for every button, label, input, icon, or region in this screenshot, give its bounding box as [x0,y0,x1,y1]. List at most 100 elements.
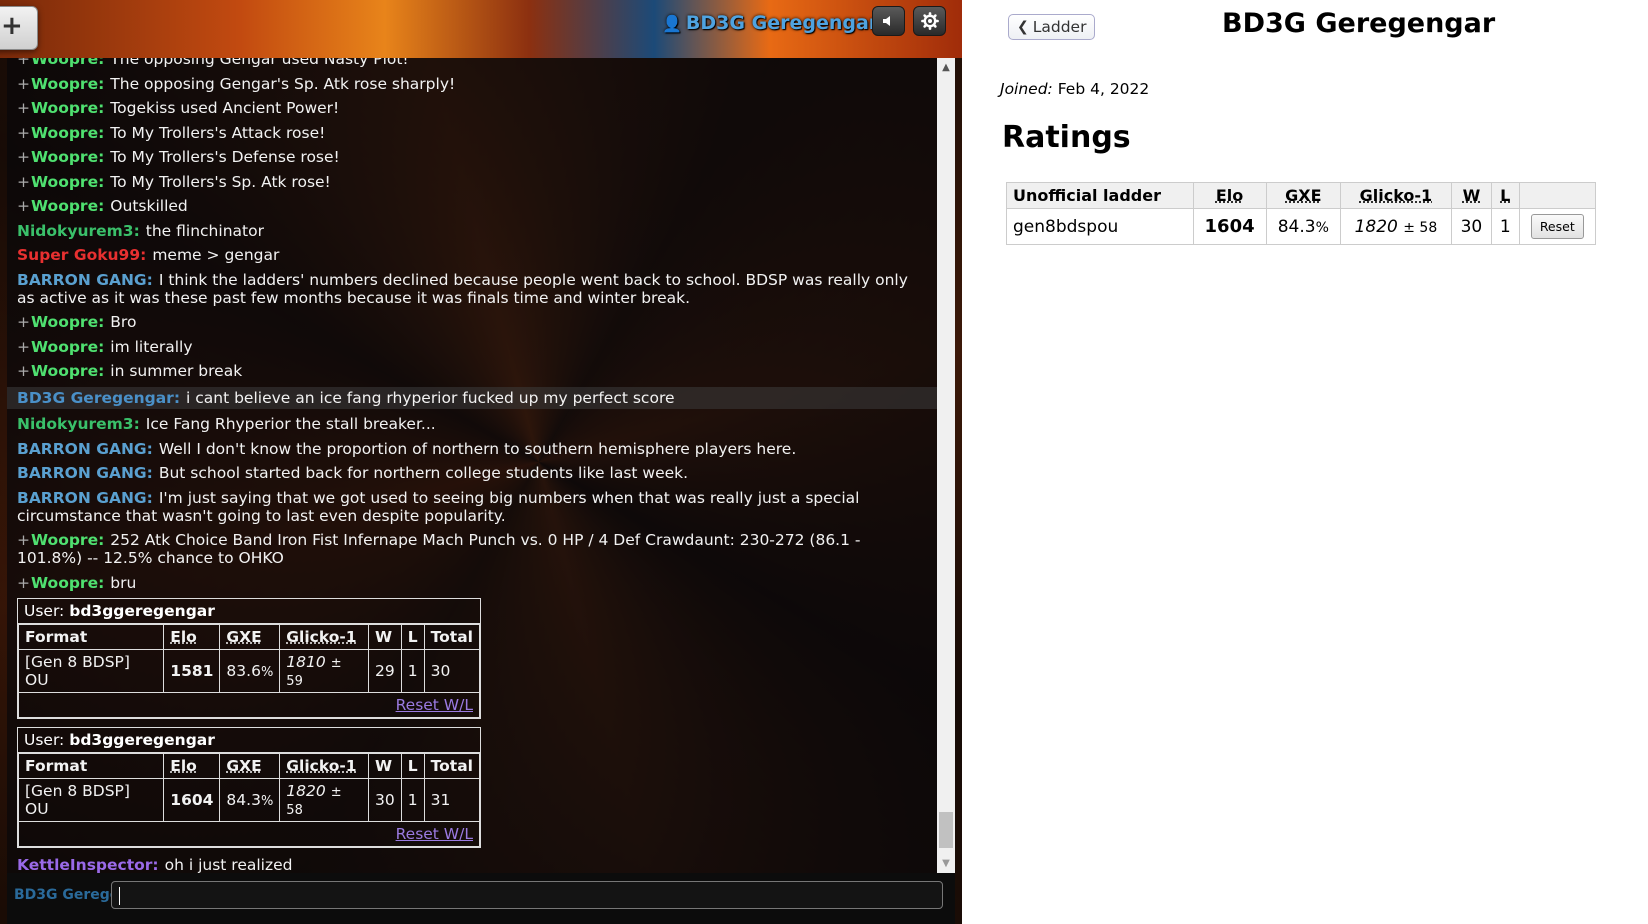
col-total: Total [423,624,481,650]
chat-message: +Woopre: 252 Atk Choice Band Iron Fist In… [17,531,927,567]
chat-text: bru [110,573,137,592]
wins-cell: 30 [368,778,402,822]
chat-log[interactable]: +Woopre: The opposing Gengar used Nasty P… [7,58,937,873]
voice-rank-symbol: + [17,172,30,191]
new-tab-button[interactable]: + [0,6,38,50]
reset-wl-link[interactable]: Reset W/L [396,825,473,843]
table-row: gen8bdspou 1604 84.3% 1820 ± 58 30 1 Res… [1006,208,1597,245]
losses-cell: 1 [400,649,425,693]
scroll-down-arrow-icon[interactable]: ▼ [937,858,955,869]
scroll-up-arrow-icon[interactable]: ▲ [937,62,955,73]
sound-button[interactable] [872,6,905,36]
chat-username[interactable]: Woopre: [31,531,104,549]
voice-rank-symbol: + [17,531,30,549]
chat-message: Nidokyurem3: the flinchinator [17,222,927,240]
chat-message: +Woopre: The opposing Gengar's Sp. Atk ro… [17,75,927,93]
col-glicko: Glicko-1 [279,753,369,779]
chat-message: Nidokyurem3: Ice Fang Rhyperior the stall… [17,415,927,433]
col-actions [1518,182,1597,209]
col-elo: Elo [1192,182,1267,209]
chat-username[interactable]: Super Goku99: [17,246,146,264]
col-format: Format [17,624,165,650]
chat-text: But school started back for northern col… [158,464,689,482]
chat-username[interactable]: Woopre: [31,574,104,592]
format-cell: [Gen 8 BDSP] OU [17,649,165,693]
header-username-text: BD3G Geregengar [685,12,879,34]
gxe-cell: 83.6% [219,649,281,693]
chat-username[interactable]: Woopre: [31,197,104,215]
rank-table: User: bd3ggeregengar Format Elo GXE Glicko-1… [17,598,481,719]
chat-username[interactable]: BD3G Geregengar: [17,389,180,407]
chat-message: BD3G Geregengar: i cant believe an ice fa… [7,386,937,409]
ratings-header-row: Unofficial ladder Elo GXE Glicko-1 W L [1006,182,1597,209]
reset-row: Reset W/L [18,692,480,718]
col-gxe: GXE [219,753,281,779]
col-gxe: GXE [219,624,281,650]
settings-button[interactable] [913,6,946,36]
losses-cell: 1 [400,778,425,822]
header-username[interactable]: 👤 BD3G Geregengar [662,8,878,38]
chat-message: BARRON GANG: I think the ladders' numbers… [17,271,927,307]
col-wins: W [1450,182,1492,209]
chat-message: +Woopre: Outskilled [17,197,927,215]
elo-cell: 1604 [1192,208,1267,245]
rank-header-row: Format Elo GXE Glicko-1 W L Total [17,753,481,779]
chat-username[interactable]: Woopre: [31,148,104,166]
voice-rank-symbol: + [17,148,30,166]
rank-table-user: User: bd3ggeregengar [18,599,480,624]
chat-username[interactable]: KettleInspector: [17,856,159,873]
chat-text: the flinchinator [145,221,264,240]
scrollbar-thumb[interactable] [939,812,953,848]
chat-username[interactable]: BARRON GANG: [17,464,153,482]
chat-text: Bro [110,313,137,331]
voice-rank-symbol: + [17,74,30,93]
rank-table: User: bd3ggeregengar Format Elo GXE Glicko-1… [17,727,481,848]
profile-title: BD3G Geregengar [1222,8,1496,39]
chat-username[interactable]: Woopre: [31,75,104,93]
reset-button[interactable]: Reset [1530,214,1584,239]
chat-message: BARRON GANG: I'm just saying that we got … [17,489,927,525]
chat-username[interactable]: BARRON GANG: [17,440,153,458]
chat-username[interactable]: Woopre: [31,173,104,191]
chat-text: 252 Atk Choice Band Iron Fist Infernape … [17,531,861,567]
chat-text: Outskilled [110,197,188,215]
wins-cell: 29 [368,649,402,693]
back-to-ladder-button[interactable]: ❮ Ladder [1008,14,1096,40]
voice-rank-symbol: + [17,337,30,356]
col-losses: L [1490,182,1520,209]
col-total: Total [423,753,481,779]
chat-text: oh i just realized [164,856,293,873]
losses-cell: 1 [1490,208,1520,245]
chat-text: Ice Fang Rhyperior the stall breaker... [145,415,436,433]
chat-username[interactable]: Nidokyurem3: [17,415,140,433]
chat-username[interactable]: Woopre: [31,99,104,117]
chat-text: meme > gengar [152,246,280,264]
joined-label: Joined: [1000,80,1053,98]
gxe-cell: 84.3% [1265,208,1341,245]
table-row: [Gen 8 BDSP] OU 1581 83.6% 1810 ± 59 29 1 30 [17,649,481,693]
chat-message: +Woopre: im literally [17,338,927,356]
chat-scrollbar[interactable]: ▲ ▼ [937,58,955,873]
chat-message: +Woopre: bru [17,574,927,592]
chat-username[interactable]: Woopre: [31,362,104,380]
chat-username[interactable]: Woopre: [31,313,104,331]
col-glicko: Glicko-1 [279,624,369,650]
chat-username[interactable]: Woopre: [31,338,104,356]
rank-table-list: User: bd3ggeregengar Format Elo GXE Glicko-1… [17,598,927,848]
col-format: Format [17,753,165,779]
reset-row: Reset W/L [18,821,480,847]
chat-username[interactable]: Woopre: [31,58,104,68]
reset-wl-link[interactable]: Reset W/L [396,696,473,714]
chat-message: +Woopre: in summer break [17,362,927,380]
glicko-cell: 1810 ± 59 [279,649,369,693]
chat-username[interactable]: Nidokyurem3: [17,222,140,240]
chat-message-input[interactable] [111,881,943,909]
voice-rank-symbol: + [17,197,30,215]
chat-message-list: +Woopre: The opposing Gengar's Sp. Atk ro… [7,75,937,592]
chat-text: The opposing Gengar used Nasty Plot! [110,58,409,68]
chat-username[interactable]: BARRON GANG: [17,271,153,289]
joined-date-value: Feb 4, 2022 [1057,80,1150,98]
chat-username[interactable]: BARRON GANG: [17,489,153,507]
chat-username[interactable]: Woopre: [31,124,104,142]
voice-rank-symbol: + [17,313,30,331]
